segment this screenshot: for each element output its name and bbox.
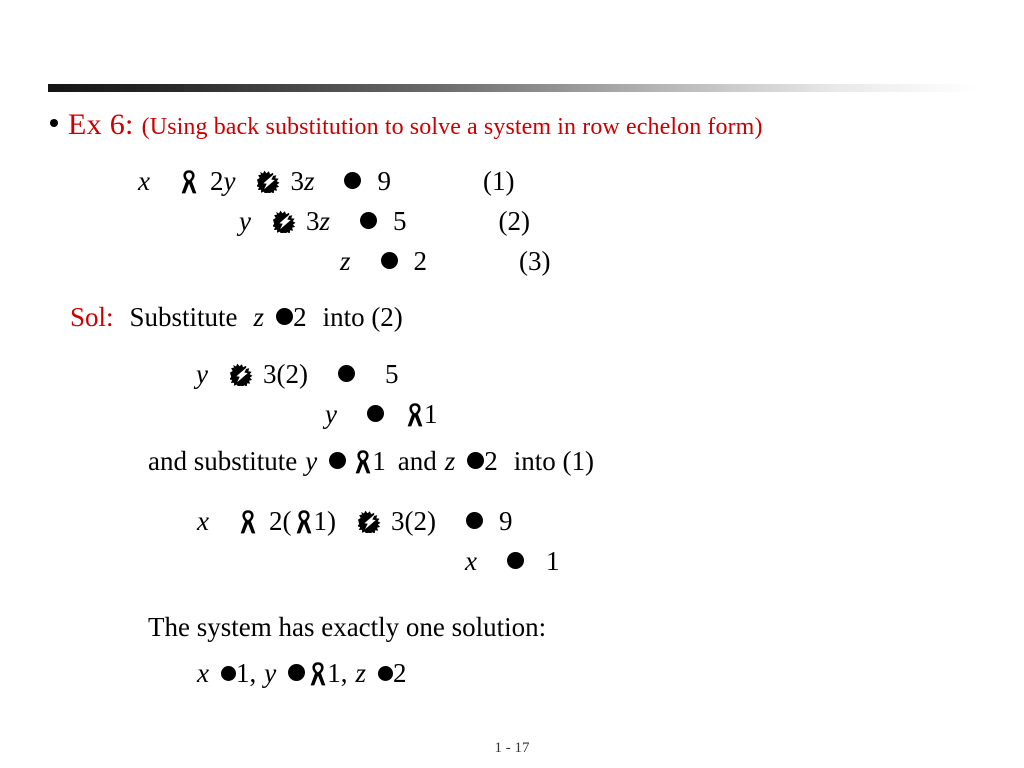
ribbon-minus-icon — [295, 509, 313, 535]
final-y-value: 1, — [327, 658, 348, 688]
work-row-1: y 3(2) 5 — [196, 361, 398, 388]
work1-rhs: 5 — [384, 359, 399, 389]
sol-label: Sol: — [70, 302, 114, 332]
substitute-value: 2 — [293, 302, 307, 332]
work4-rhs: 1 — [545, 546, 560, 576]
page-title: Ex 6: — [68, 108, 134, 141]
ribbon-minus-icon — [406, 402, 424, 428]
substitute-var: z — [253, 302, 265, 332]
work-row-2: y1 — [325, 401, 437, 428]
substitute-text: Substitute — [129, 302, 238, 332]
header-gradient-rule — [48, 84, 976, 92]
final-z-var: z — [355, 658, 366, 688]
substitute-back-line: and substitute y 1 and z 2 into (1) — [148, 448, 594, 475]
filled-circle-equals-icon — [377, 666, 393, 681]
filled-circle-equals-icon — [288, 664, 306, 681]
work4-x: x — [465, 546, 477, 576]
eq2-y: y — [239, 206, 251, 236]
eq1-rhs: 9 — [377, 166, 391, 196]
slide-title: Ex 6: (Using back substitution to solve a… — [50, 108, 763, 142]
burst-plus-icon — [257, 170, 282, 193]
work3-rhs: 9 — [498, 506, 513, 536]
work2-y: y — [325, 399, 337, 429]
eq1-coeff-3: 3 — [290, 166, 304, 196]
filled-circle-equals-icon — [380, 252, 398, 269]
eq3-z: z — [340, 246, 351, 276]
work3-inner-value: 1) — [313, 506, 336, 536]
final-solution-line: x 1, y 1, z 2 — [197, 660, 406, 687]
final-y-var: y — [264, 658, 277, 688]
eq3-tag: (3) — [519, 246, 551, 276]
work1-term: 3(2) — [262, 359, 308, 389]
filled-circle-equals-icon — [344, 172, 362, 189]
eq1-tag: (1) — [482, 166, 515, 196]
work3-coeff: 2( — [268, 506, 292, 536]
eq2-tag: (2) — [498, 206, 530, 236]
eq1-x: x — [138, 166, 150, 196]
burst-plus-icon — [357, 510, 383, 533]
filled-circle-equals-icon — [467, 452, 485, 469]
ribbon-minus-icon — [309, 661, 327, 687]
work3-term: 3(2) — [390, 506, 436, 536]
work-row-3: x 2( 1) 3(2) 9 — [197, 508, 512, 535]
work3-x: x — [197, 506, 209, 536]
conclusion-text: The system has exactly one solution: — [148, 612, 547, 642]
filled-circle-equals-icon — [366, 405, 384, 422]
page-subtitle: (Using back substitution to solve a syst… — [141, 114, 763, 140]
ribbon-minus-icon — [180, 169, 198, 195]
burst-plus-icon — [272, 210, 298, 233]
equation-row-1: x 2y 3z 9 (1) — [138, 168, 514, 195]
eq1-coeff-2: 2 — [209, 166, 224, 196]
step2-into: into (1) — [513, 446, 594, 476]
final-x-var: x — [197, 658, 209, 688]
equation-row-2: y 3z 5 (2) — [239, 208, 530, 235]
ribbon-minus-icon — [354, 449, 372, 475]
step2-and-word: and — [397, 446, 437, 476]
eq1-z: z — [303, 166, 315, 196]
eq2-z: z — [319, 206, 330, 236]
step2-z-value: 2 — [484, 446, 498, 476]
eq2-rhs: 5 — [393, 206, 407, 236]
eq1-y: y — [223, 166, 236, 196]
final-z-value: 2 — [392, 658, 407, 688]
final-x-value: 1, — [235, 658, 257, 688]
work1-y: y — [196, 359, 208, 389]
eq3-rhs: 2 — [413, 246, 428, 276]
burst-plus-icon — [229, 363, 255, 386]
filled-circle-equals-icon — [337, 365, 355, 382]
work-row-4: x1 — [465, 548, 559, 575]
solution-intro-line: Sol: Substitute z 2 into (2) — [70, 304, 403, 331]
ribbon-minus-icon — [239, 509, 257, 535]
equation-row-3: z 2 (3) — [340, 248, 551, 275]
eq2-coeff-3: 3 — [305, 206, 320, 236]
conclusion-line: The system has exactly one solution: — [148, 614, 546, 641]
filled-circle-equals-icon — [360, 212, 377, 229]
filled-circle-equals-icon — [465, 512, 483, 529]
step2-y: y — [305, 446, 318, 476]
filled-circle-equals-icon — [506, 552, 524, 569]
step2-y-value: 1 — [372, 446, 386, 476]
filled-circle-equals-icon — [276, 308, 294, 325]
work2-rhs: 1 — [423, 399, 438, 429]
filled-circle-equals-icon — [329, 452, 347, 469]
page-number: 1 - 17 — [494, 740, 530, 756]
step2-z: z — [444, 446, 456, 476]
substitute-into: into (2) — [322, 302, 403, 332]
bullet-icon — [50, 119, 58, 127]
and-substitute-text: and substitute — [148, 446, 298, 476]
filled-circle-equals-icon — [220, 666, 236, 681]
